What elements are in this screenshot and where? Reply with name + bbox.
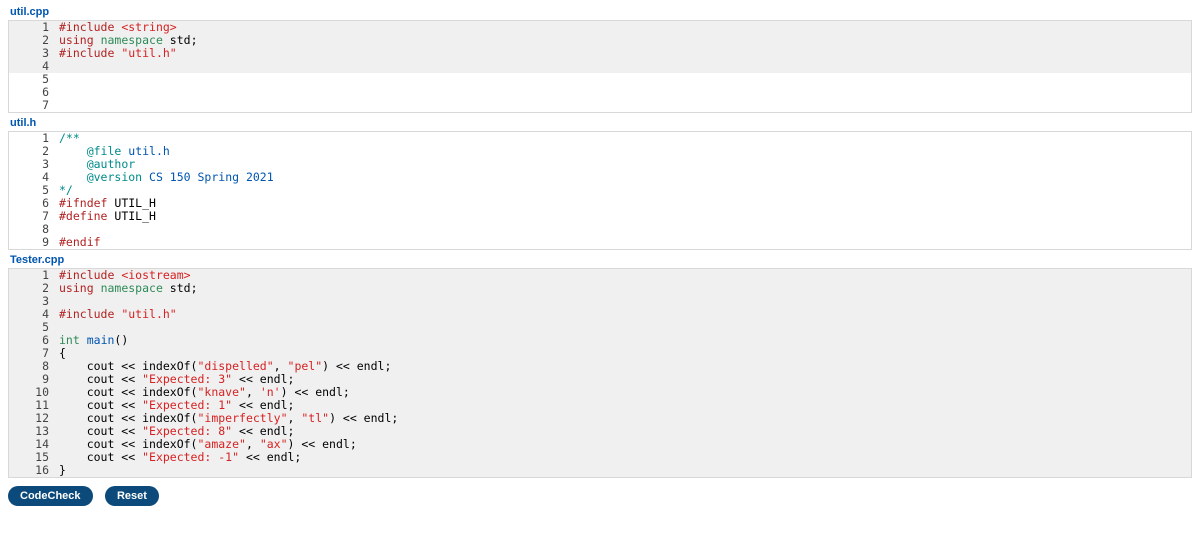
code-text: int main()	[59, 334, 1191, 347]
line-number: 7	[9, 210, 59, 223]
code-line: 3#include "util.h"	[9, 47, 1191, 60]
code-text[interactable]	[59, 86, 1191, 99]
line-number: 6	[9, 334, 59, 347]
code-line: 5	[9, 321, 1191, 334]
code-text: }	[59, 464, 1191, 477]
code-line: 16}	[9, 464, 1191, 477]
action-bar: CodeCheck Reset	[8, 486, 1192, 506]
line-number: 3	[9, 295, 59, 308]
code-text[interactable]: @version CS 150 Spring 2021	[59, 171, 1191, 184]
code-line[interactable]: 9#endif	[9, 236, 1191, 249]
code-editor[interactable]: 1#include <string>2using namespace std;3…	[8, 20, 1192, 113]
line-number: 4	[9, 171, 59, 184]
line-number: 3	[9, 158, 59, 171]
code-text: using namespace std;	[59, 34, 1191, 47]
codecheck-panel: util.cpp1#include <string>2using namespa…	[8, 6, 1192, 478]
code-line: 2using namespace std;	[9, 282, 1191, 295]
code-line: 2using namespace std;	[9, 34, 1191, 47]
code-text	[59, 60, 1191, 73]
line-number: 2	[9, 282, 59, 295]
line-number: 5	[9, 321, 59, 334]
code-text[interactable]: */	[59, 184, 1191, 197]
code-text: #include "util.h"	[59, 308, 1191, 321]
line-number: 5	[9, 73, 59, 86]
line-number: 8	[9, 223, 59, 236]
code-line[interactable]: 4 @version CS 150 Spring 2021	[9, 171, 1191, 184]
code-text[interactable]: #endif	[59, 236, 1191, 249]
code-line[interactable]: 6#ifndef UTIL_H	[9, 197, 1191, 210]
line-number: 1	[9, 269, 59, 282]
code-text[interactable]	[59, 223, 1191, 236]
file-label: Tester.cpp	[10, 254, 1192, 266]
code-line[interactable]: 6	[9, 86, 1191, 99]
code-text	[59, 321, 1191, 334]
code-line: 4#include "util.h"	[9, 308, 1191, 321]
code-line: 15 cout << "Expected: -1" << endl;	[9, 451, 1191, 464]
code-line[interactable]: 5*/	[9, 184, 1191, 197]
line-number: 6	[9, 86, 59, 99]
readonly-region: 1#include <string>2using namespace std;3…	[9, 21, 1191, 73]
code-line[interactable]: 1/**	[9, 132, 1191, 145]
code-text: #include <iostream>	[59, 269, 1191, 282]
code-editor[interactable]: 1/**2 @file util.h3 @author4 @version CS…	[8, 131, 1192, 250]
file-label: util.h	[10, 117, 1192, 129]
editable-region[interactable]: 5 6 7	[9, 73, 1191, 112]
code-text[interactable]: #define UTIL_H	[59, 210, 1191, 223]
reset-button[interactable]: Reset	[105, 486, 159, 506]
code-line[interactable]: 7#define UTIL_H	[9, 210, 1191, 223]
line-number: 2	[9, 145, 59, 158]
line-number: 10	[9, 386, 59, 399]
code-text[interactable]	[59, 99, 1191, 112]
code-text	[59, 295, 1191, 308]
line-number: 2	[9, 34, 59, 47]
code-line[interactable]: 7	[9, 99, 1191, 112]
line-number: 4	[9, 60, 59, 73]
line-number: 8	[9, 360, 59, 373]
line-number: 15	[9, 451, 59, 464]
line-number: 9	[9, 373, 59, 386]
line-number: 5	[9, 184, 59, 197]
code-text[interactable]: @file util.h	[59, 145, 1191, 158]
code-editor[interactable]: 1#include <iostream>2using namespace std…	[8, 268, 1192, 478]
line-number: 6	[9, 197, 59, 210]
code-text: #include "util.h"	[59, 47, 1191, 60]
code-line: 4	[9, 60, 1191, 73]
line-number: 16	[9, 464, 59, 477]
line-number: 9	[9, 236, 59, 249]
line-number: 4	[9, 308, 59, 321]
line-number: 12	[9, 412, 59, 425]
readonly-region: 1#include <iostream>2using namespace std…	[9, 269, 1191, 477]
line-number: 7	[9, 347, 59, 360]
line-number: 7	[9, 99, 59, 112]
code-text: #include <string>	[59, 21, 1191, 34]
line-number: 14	[9, 438, 59, 451]
code-line: 3	[9, 295, 1191, 308]
code-text[interactable]: #ifndef UTIL_H	[59, 197, 1191, 210]
line-number: 1	[9, 132, 59, 145]
code-text: using namespace std;	[59, 282, 1191, 295]
code-text[interactable]: /**	[59, 132, 1191, 145]
line-number: 1	[9, 21, 59, 34]
code-line: 6int main()	[9, 334, 1191, 347]
editable-region[interactable]: 1/**2 @file util.h3 @author4 @version CS…	[9, 132, 1191, 249]
line-number: 3	[9, 47, 59, 60]
code-text: cout << "Expected: -1" << endl;	[59, 451, 1191, 464]
file-label: util.cpp	[10, 6, 1192, 18]
codecheck-button[interactable]: CodeCheck	[8, 486, 93, 506]
code-line[interactable]: 5	[9, 73, 1191, 86]
code-text[interactable]	[59, 73, 1191, 86]
code-line[interactable]: 2 @file util.h	[9, 145, 1191, 158]
line-number: 13	[9, 425, 59, 438]
line-number: 11	[9, 399, 59, 412]
code-line[interactable]: 8	[9, 223, 1191, 236]
